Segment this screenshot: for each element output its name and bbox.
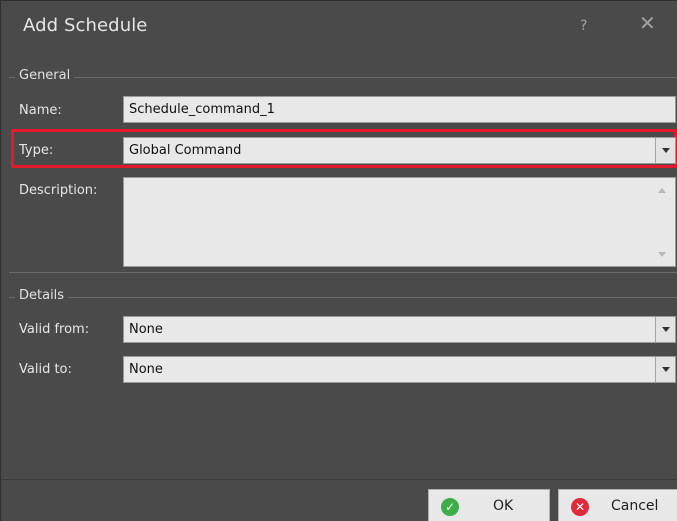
valid-from-dropdown-button[interactable]: [655, 317, 675, 342]
general-group-label: General: [15, 68, 75, 83]
type-dropdown-button[interactable]: [655, 138, 675, 163]
chevron-down-icon: [661, 148, 670, 153]
valid-to-label: Valid to:: [19, 362, 72, 377]
general-group-divider: [9, 77, 677, 78]
details-group-divider: [9, 297, 677, 298]
cancel-button[interactable]: ✕ Cancel: [558, 489, 677, 521]
chevron-down-icon: [661, 367, 670, 372]
ok-button-label: OK: [493, 498, 514, 514]
scroll-up-icon[interactable]: [658, 188, 666, 193]
valid-to-select[interactable]: None: [123, 356, 676, 383]
type-select[interactable]: Global Command: [123, 137, 676, 164]
help-icon[interactable]: ?: [580, 18, 587, 34]
valid-to-value: None: [129, 362, 163, 377]
title-bar: Add Schedule ? ✕: [1, 1, 677, 56]
dialog-title: Add Schedule: [23, 15, 148, 36]
footer-divider: [1, 479, 677, 480]
add-schedule-dialog: Add Schedule ? ✕ General Name: Schedule_…: [0, 0, 677, 521]
chevron-down-icon: [661, 327, 670, 332]
close-icon[interactable]: ✕: [639, 13, 656, 33]
description-textarea[interactable]: [123, 177, 676, 267]
check-icon: ✓: [441, 498, 459, 516]
valid-from-label: Valid from:: [19, 322, 90, 337]
type-label: Type:: [19, 143, 54, 158]
details-group-label: Details: [15, 288, 69, 303]
description-label: Description:: [19, 183, 98, 198]
ok-button[interactable]: ✓ OK: [428, 489, 550, 521]
valid-from-value: None: [129, 322, 163, 337]
cancel-icon: ✕: [571, 498, 589, 516]
general-group-bottom-divider: [9, 272, 677, 273]
cancel-button-label: Cancel: [611, 498, 659, 514]
valid-to-dropdown-button[interactable]: [655, 357, 675, 382]
name-field[interactable]: Schedule_command_1: [123, 96, 676, 123]
type-select-value: Global Command: [129, 143, 242, 158]
scroll-down-icon[interactable]: [658, 252, 666, 257]
valid-from-select[interactable]: None: [123, 316, 676, 343]
name-label: Name:: [19, 103, 62, 118]
name-field-value: Schedule_command_1: [129, 102, 275, 117]
